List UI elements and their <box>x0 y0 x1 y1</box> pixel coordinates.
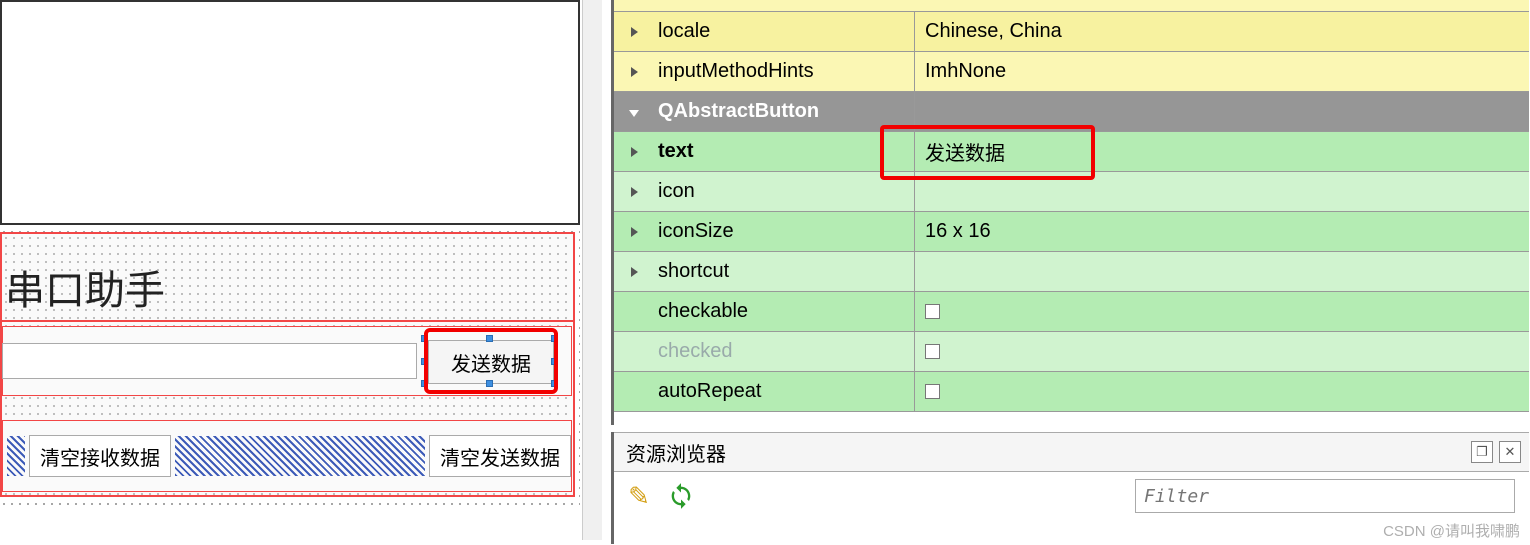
resize-handle[interactable] <box>486 380 493 387</box>
clear-recv-button[interactable]: 清空接收数据 <box>29 435 171 477</box>
resize-handle[interactable] <box>551 358 558 365</box>
button-label: 发送数据 <box>451 348 531 377</box>
property-row[interactable]: shortcut <box>614 252 1529 292</box>
property-row[interactable]: icon <box>614 172 1529 212</box>
title-label[interactable]: 串口助手 <box>5 258 165 316</box>
property-value[interactable]: 发送数据 <box>914 132 1529 171</box>
property-row[interactable]: localeChinese, China <box>614 12 1529 52</box>
property-class-header[interactable]: QAbstractButton <box>614 92 1529 132</box>
property-name: icon <box>654 180 914 203</box>
divider <box>0 320 573 322</box>
form-designer-canvas[interactable]: 串口助手 发送数据 清空接收数据 清空发送数据 <box>0 0 605 545</box>
resize-handle[interactable] <box>486 335 493 342</box>
resize-handle[interactable] <box>421 335 428 342</box>
property-name: checked <box>654 340 914 363</box>
clear-send-button[interactable]: 清空发送数据 <box>429 435 571 477</box>
property-row[interactable]: checkable <box>614 292 1529 332</box>
property-value[interactable] <box>914 372 1529 411</box>
property-name: autoRepeat <box>654 380 914 403</box>
property-editor-panel: localeChinese, ChinainputMethodHintsImhN… <box>611 0 1529 425</box>
checkbox[interactable] <box>925 304 940 319</box>
send-data-button[interactable]: 发送数据 <box>428 340 554 384</box>
button-label: 清空接收数据 <box>40 442 160 471</box>
scrollbar-vertical[interactable] <box>582 0 602 540</box>
resize-handle[interactable] <box>421 380 428 387</box>
reload-icon[interactable] <box>666 481 696 511</box>
watermark-text: CSDN @请叫我啸鹏 <box>1383 520 1520 541</box>
expand-toggle[interactable] <box>614 64 654 80</box>
property-name: locale <box>654 20 914 43</box>
panel-title: 资源浏览器 <box>626 438 726 467</box>
expand-toggle[interactable] <box>614 24 654 40</box>
property-value[interactable] <box>914 292 1529 331</box>
property-value[interactable]: 16 x 16 <box>914 212 1529 251</box>
property-row[interactable]: text发送数据 <box>614 132 1529 172</box>
button-label: 清空发送数据 <box>440 442 560 471</box>
property-name: QAbstractButton <box>654 100 914 123</box>
resize-handle[interactable] <box>421 358 428 365</box>
checkbox[interactable] <box>925 384 940 399</box>
expand-toggle[interactable] <box>614 224 654 240</box>
property-value <box>914 92 1529 131</box>
property-name: iconSize <box>654 220 914 243</box>
property-name: shortcut <box>654 260 914 283</box>
panel-header[interactable]: 资源浏览器 ❐ ✕ <box>614 432 1529 472</box>
spacer-widget[interactable] <box>7 436 25 476</box>
expand-toggle[interactable] <box>614 264 654 280</box>
property-value[interactable]: Chinese, China <box>914 12 1529 51</box>
property-row[interactable]: inputMethodHintsImhNone <box>614 52 1529 92</box>
expand-toggle[interactable] <box>614 104 654 120</box>
text-edit-widget[interactable] <box>0 0 580 225</box>
property-name: checkable <box>654 300 914 323</box>
line-edit-input[interactable] <box>2 343 417 379</box>
property-row[interactable]: iconSize16 x 16 <box>614 212 1529 252</box>
property-value[interactable] <box>914 252 1529 291</box>
property-name: text <box>654 140 914 163</box>
expand-toggle[interactable] <box>614 184 654 200</box>
resize-handle[interactable] <box>551 380 558 387</box>
spacer-widget[interactable] <box>175 436 425 476</box>
edit-icon[interactable]: ✎ <box>624 481 654 511</box>
resource-toolbar: ✎ <box>614 472 1529 520</box>
undock-icon[interactable]: ❐ <box>1471 441 1493 463</box>
property-value[interactable] <box>914 332 1529 371</box>
property-row[interactable]: checked <box>614 332 1529 372</box>
button-row-layout[interactable]: 清空接收数据 清空发送数据 <box>2 420 572 492</box>
property-value[interactable] <box>914 172 1529 211</box>
filter-input[interactable] <box>1135 479 1515 513</box>
resize-handle[interactable] <box>551 335 558 342</box>
property-name: inputMethodHints <box>654 60 914 83</box>
property-row[interactable] <box>614 0 1529 12</box>
close-icon[interactable]: ✕ <box>1499 441 1521 463</box>
checkbox <box>925 344 940 359</box>
property-value[interactable]: ImhNone <box>914 52 1529 91</box>
property-row[interactable]: autoRepeat <box>614 372 1529 412</box>
expand-toggle[interactable] <box>614 144 654 160</box>
